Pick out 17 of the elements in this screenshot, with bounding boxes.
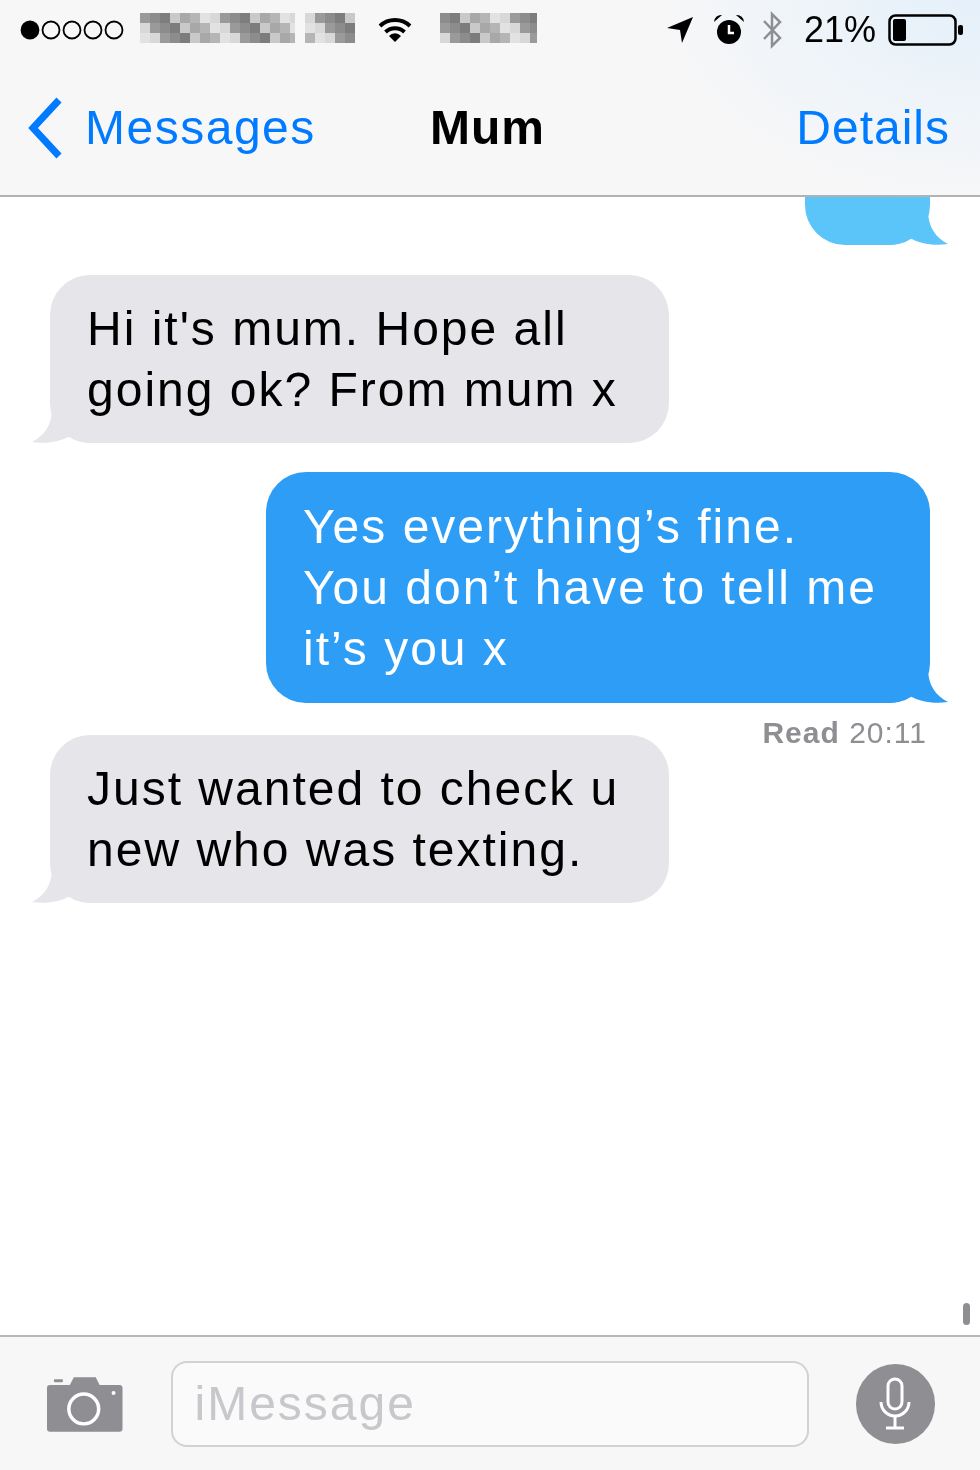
- alarm-clock-icon: [712, 14, 745, 46]
- wifi-icon: [378, 17, 412, 43]
- sent-message: Yes everything’s fine. You don’t have to tell me it’s you x: [266, 472, 948, 703]
- pixelated-block: [305, 13, 355, 43]
- details-button[interactable]: Details: [796, 100, 950, 155]
- battery-icon: [888, 14, 964, 46]
- location-arrow-icon: [665, 16, 694, 44]
- battery-percentage: 21%: [803, 9, 876, 51]
- signal-strength-icon: [20, 20, 124, 40]
- received-message: Hi it's mum. Hope all going ok? From mum x: [32, 275, 669, 443]
- scroll-indicator: [963, 1303, 970, 1325]
- microphone-icon: [878, 1376, 913, 1431]
- conversation-title: Mum: [430, 100, 545, 155]
- read-receipt: Read 20:11: [762, 716, 927, 750]
- back-button[interactable]: Messages: [25, 95, 316, 160]
- camera-icon[interactable]: [46, 1374, 124, 1433]
- received-message: Just wanted to check u new who was texting.: [32, 735, 669, 903]
